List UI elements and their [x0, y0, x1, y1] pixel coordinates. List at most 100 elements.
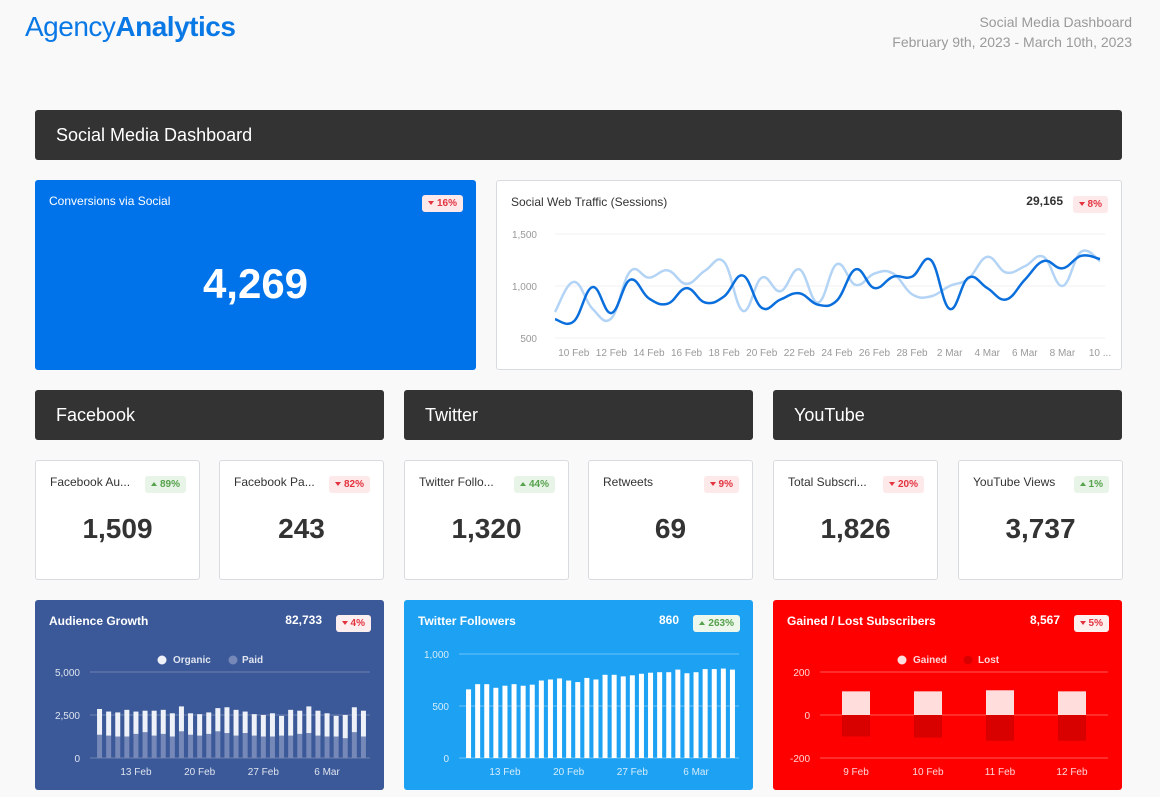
bar-paid	[188, 734, 194, 758]
kpi-card: Facebook Pa... 82% 243	[219, 460, 384, 580]
x-tick-label: 10 Feb	[558, 348, 590, 359]
bar-paid	[233, 735, 239, 758]
kpi-change-badge: 89%	[144, 475, 186, 493]
bar-paid	[315, 735, 321, 758]
bar-lost	[842, 715, 870, 737]
kpi-change-badge: 82%	[328, 475, 370, 493]
bar-organic	[215, 708, 221, 732]
section-header-twitter: Twitter	[404, 390, 753, 440]
bar-paid	[279, 735, 285, 758]
x-tick-label: 2 Mar	[937, 348, 963, 359]
bar-followers	[566, 680, 572, 758]
bar-paid	[251, 735, 257, 758]
bar-paid	[224, 733, 230, 758]
bar-followers	[475, 684, 481, 758]
legend-paid-label: Paid	[242, 655, 263, 666]
bar-paid	[160, 733, 166, 758]
bar-organic	[151, 710, 157, 736]
kpi-card: YouTube Views 1% 3,737	[958, 460, 1123, 580]
kpi-title: Total Subscri...	[788, 475, 867, 489]
x-tick-label: 12 Feb	[596, 348, 628, 359]
date-range: February 9th, 2023 - March 10th, 2023	[892, 34, 1132, 50]
bar-organic	[142, 710, 148, 733]
legend-gained-label: Gained	[913, 655, 947, 666]
bar-organic	[333, 715, 339, 737]
kpi-value: 3,737	[1005, 513, 1076, 544]
bar-organic	[106, 711, 112, 736]
bar-organic	[351, 707, 357, 733]
legend-organic-marker	[157, 655, 167, 665]
bar-organic	[315, 710, 321, 736]
x-tick-label: 27 Feb	[248, 767, 280, 778]
bar-followers	[648, 672, 654, 758]
bar-gained	[842, 691, 870, 715]
bar-paid	[151, 735, 157, 758]
bar-followers	[466, 689, 472, 758]
bar-paid	[324, 736, 330, 758]
bar-organic	[288, 709, 294, 736]
section-header-facebook: Facebook	[35, 390, 384, 440]
x-tick-label: 13 Feb	[120, 767, 152, 778]
y-tick-label: 200	[793, 668, 810, 679]
bar-followers	[557, 678, 563, 758]
bar-organic	[297, 710, 303, 734]
bar-organic	[160, 709, 166, 734]
down-arrow-icon	[709, 482, 716, 486]
gained-lost-card: Gained / Lost Subscribers 8,567 5% 200 0 -…	[773, 600, 1122, 790]
conversions-card: Conversions via Social 16% 4,269	[35, 180, 476, 370]
twitter-followers-card: Twitter Followers 860 263% 1,000 500 0 13 F…	[404, 600, 753, 790]
x-tick-label: 27 Feb	[617, 767, 649, 778]
series-line-current	[554, 254, 1101, 326]
bar-organic	[342, 715, 348, 739]
bar-paid	[197, 735, 203, 758]
bar-paid	[260, 736, 266, 758]
section-header-youtube: YouTube	[773, 390, 1122, 440]
up-arrow-icon	[519, 482, 526, 486]
kpi-value: 243	[278, 513, 325, 544]
y-tick-label: 500	[520, 334, 537, 345]
report-info: Social Media Dashboard February 9th, 202…	[892, 12, 1132, 52]
bar-organic	[197, 714, 203, 736]
kpi-value: 1,320	[451, 513, 522, 544]
y-tick-label: 2,500	[55, 711, 80, 722]
bar-paid	[106, 735, 112, 758]
legend-lost-label: Lost	[978, 655, 1000, 666]
audience-growth-bar-chart: 5,000 2,500 0 Organic Paid 13 Feb 20 Feb 27 Feb…	[55, 655, 370, 778]
gained-lost-bar-chart: 200 0 -200 Gained Lost 9 Feb 10 Feb 11 Feb 12 Fe…	[790, 655, 1108, 778]
bar-organic	[206, 712, 212, 734]
x-tick-label: 4 Mar	[974, 348, 1000, 359]
bar-organic	[279, 715, 285, 736]
bar-lost	[1058, 715, 1086, 741]
bar-organic	[188, 713, 194, 735]
bar-followers	[584, 677, 590, 758]
kpi-value: 1,826	[820, 513, 891, 544]
kpi-card: Facebook Au... 89% 1,509	[35, 460, 200, 580]
bar-followers	[629, 675, 635, 758]
audience-growth-total: 82,733	[285, 613, 322, 627]
kpi-change-badge: 9%	[703, 475, 739, 493]
bar-paid	[124, 736, 130, 758]
top-bar: AgencyAnalytics Social Media Dashboard F…	[0, 0, 1160, 60]
bar-paid	[206, 733, 212, 758]
bar-followers	[493, 687, 499, 758]
kpi-card: Total Subscri... 20% 1,826	[773, 460, 938, 580]
bar-followers	[657, 672, 663, 758]
bar-lost	[986, 715, 1014, 741]
web-traffic-title: Social Web Traffic (Sessions)	[511, 195, 668, 209]
bar-paid	[297, 733, 303, 758]
bar-followers	[675, 669, 681, 758]
x-tick-label: 20 Feb	[184, 767, 216, 778]
bar-organic	[251, 714, 257, 736]
y-tick-label: 500	[432, 702, 449, 713]
kpi-title: Facebook Pa...	[234, 475, 315, 489]
twitter-followers-total: 860	[658, 613, 679, 627]
kpi-change-badge: 44%	[513, 475, 555, 493]
bar-organic	[124, 709, 130, 737]
gained-lost-total: 8,567	[1029, 613, 1060, 627]
x-tick-label: 28 Feb	[896, 348, 928, 359]
down-arrow-icon	[1078, 202, 1085, 206]
twitter-followers-change-badge: 263%	[693, 614, 740, 632]
x-tick-label: 26 Feb	[859, 348, 891, 359]
kpi-title: YouTube Views	[973, 475, 1056, 489]
bar-organic	[224, 707, 230, 734]
